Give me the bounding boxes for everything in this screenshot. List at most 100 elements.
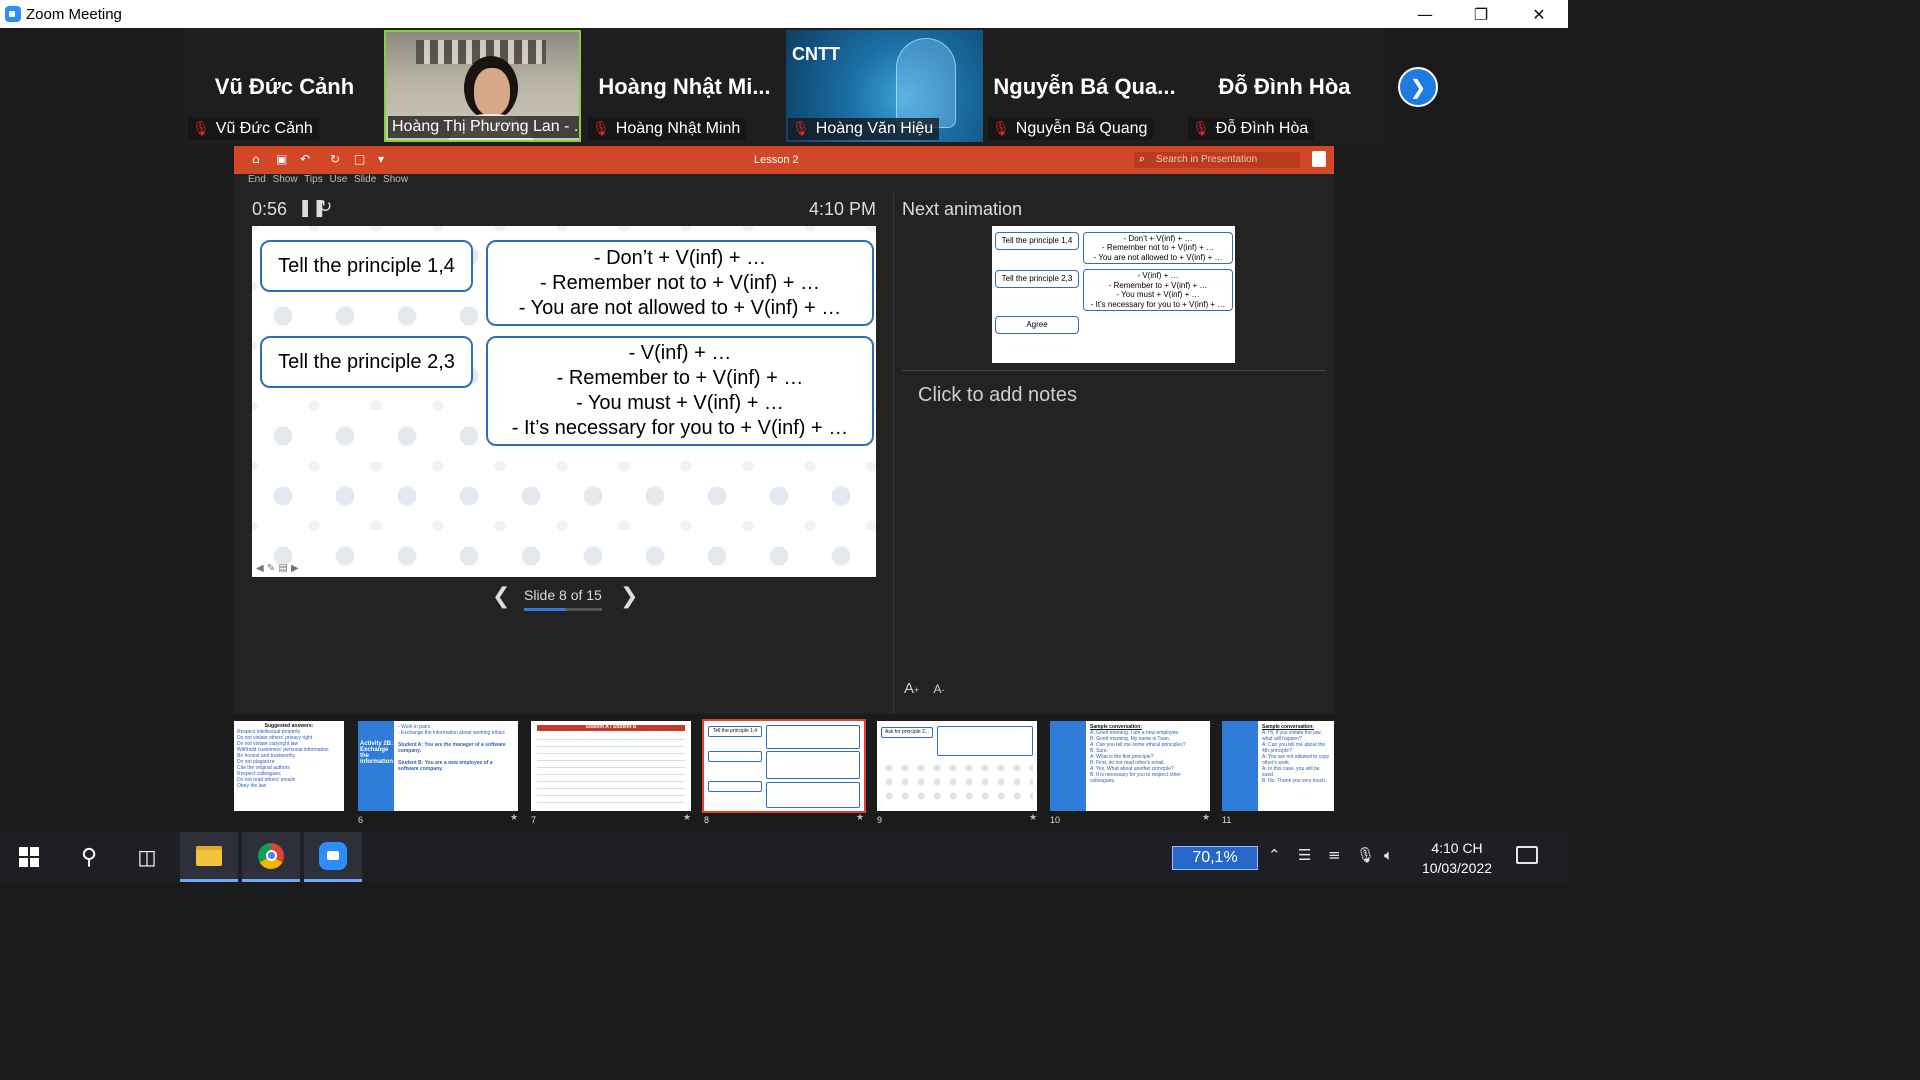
zoom-percent-indicator[interactable]: 70,1% bbox=[1172, 846, 1258, 870]
muted-mic-icon: 🎙︎ bbox=[1192, 121, 1210, 137]
participant-tile-active-speaker[interactable]: Hoàng Thị Phương Lan - ... bbox=[384, 30, 581, 142]
next-participants-arrow-icon[interactable]: ❯ bbox=[1398, 67, 1438, 107]
slide-number: 6 bbox=[358, 815, 364, 825]
customize-toolbar-icon[interactable]: ▾ bbox=[378, 152, 384, 166]
slide-thumbnail[interactable]: Ask for principle 2... bbox=[877, 721, 1037, 811]
slide-thumbnail[interactable]: Activity 2B: Exchange the information - … bbox=[358, 721, 518, 811]
participant-tile[interactable]: Vũ Đức Cảnh 🎙︎ Vũ Đức Cảnh bbox=[186, 30, 383, 142]
slide-show-nav-icon[interactable]: ◀ ✎ ▤ ▶ bbox=[256, 563, 299, 574]
participant-label: 🎙︎ Hoàng Văn Hiệu bbox=[788, 118, 940, 140]
principle-box-content: - V(inf) + … - Remember to + V(inf) + … … bbox=[486, 336, 874, 446]
participant-label: Hoàng Thị Phương Lan - ... bbox=[388, 116, 581, 138]
participant-display-name: Đỗ Đình Hòa bbox=[1218, 74, 1351, 99]
participant-label: 🎙︎ Nguyễn Bá Quang bbox=[988, 118, 1154, 140]
participant-display-name: Vũ Đức Cảnh bbox=[214, 74, 355, 99]
participant-label: 🎙︎ Hoàng Nhật Minh bbox=[588, 118, 747, 140]
animation-star-icon: ★ bbox=[1029, 813, 1038, 823]
participant-tile[interactable]: Nguyễn Bá Qua... 🎙︎ Nguyễn Bá Quang bbox=[986, 30, 1183, 142]
slide-number: 7 bbox=[531, 815, 537, 825]
search-icon[interactable]: ⚲ bbox=[60, 832, 118, 882]
principle-box-title: Tell the principle 1,4 bbox=[260, 240, 473, 292]
chrome-icon[interactable] bbox=[242, 832, 300, 882]
participant-name: Nguyễn Bá Quang bbox=[1015, 120, 1148, 137]
taskbar-time: 4:10 CH bbox=[1431, 840, 1483, 856]
principle-line: - Remember to + V(inf) + … bbox=[556, 367, 804, 389]
microphone-icon[interactable]: 🎙︎ bbox=[1356, 846, 1375, 864]
increase-font-caret: + bbox=[914, 685, 920, 695]
start-button[interactable] bbox=[0, 832, 58, 882]
save-icon[interactable]: ▣ bbox=[276, 152, 287, 166]
thumb-line: - Remember to + V(inf) + … bbox=[1108, 280, 1208, 290]
presenter-view: End Show Tips Use Slide Show 0:56 ❚❚ ↻ 4… bbox=[234, 174, 1334, 714]
next-slide-icon[interactable]: ❯ bbox=[620, 584, 638, 609]
principle-line: - V(inf) + … bbox=[628, 342, 732, 364]
previous-slide-icon[interactable]: ❮ bbox=[492, 584, 510, 609]
slide-number: 10 bbox=[1050, 815, 1061, 825]
volume-icon[interactable]: 🔈︎ bbox=[1384, 846, 1393, 864]
slide-thumbnail-selected[interactable]: Tell the principle 1,4 bbox=[702, 719, 866, 813]
participant-tile[interactable]: Đỗ Đình Hòa 🎙︎ Đỗ Đình Hòa bbox=[1186, 30, 1383, 142]
file-explorer-icon[interactable] bbox=[180, 832, 238, 882]
animation-star-icon: ★ bbox=[510, 813, 519, 823]
video-logo-text: CNTT bbox=[792, 44, 840, 64]
muted-mic-icon: 🎙︎ bbox=[592, 121, 610, 137]
slide-thumbnail[interactable]: Sample conversation: A: Hi, if you viola… bbox=[1222, 721, 1334, 811]
title-bar: Zoom Meeting — ❐ ✕ bbox=[0, 0, 1568, 28]
muted-mic-icon: 🎙︎ bbox=[992, 121, 1010, 137]
pane-divider[interactable] bbox=[893, 192, 894, 714]
participant-name: Hoàng Văn Hiệu bbox=[815, 120, 934, 137]
taskbar-clock[interactable]: 4:10 CH 10/03/2022 bbox=[1414, 838, 1500, 878]
thumb-line: - Don’t + V(inf) + … bbox=[1123, 233, 1193, 243]
decrease-font-caret: - bbox=[941, 685, 945, 695]
show-hidden-icons-icon[interactable]: ⌃ bbox=[1268, 846, 1281, 864]
restore-button[interactable]: ❐ bbox=[1452, 0, 1510, 28]
next-animation-thumbnail[interactable]: Tell the principle 1,4 - Don’t + V(inf) … bbox=[992, 226, 1235, 363]
participant-display-name: Hoàng Nhật Mi... bbox=[598, 74, 771, 99]
principle-line: - Remember not to + V(inf) + … bbox=[539, 271, 821, 294]
windows-logo-icon bbox=[19, 847, 39, 867]
current-slide[interactable]: Tell the principle 1,4 - Don’t + V(inf) … bbox=[252, 226, 876, 577]
participant-name: Đỗ Đình Hòa bbox=[1215, 120, 1309, 137]
slide-navigation: ❮ Slide 8 of 15 ❯ bbox=[492, 582, 642, 614]
redo-icon[interactable]: ↻ bbox=[330, 152, 340, 166]
participant-tile[interactable]: CNTT 🎙︎ Hoàng Văn Hiệu bbox=[786, 30, 983, 142]
new-file-icon[interactable]: □ bbox=[354, 152, 365, 166]
minimize-button[interactable]: — bbox=[1396, 0, 1454, 28]
undo-icon[interactable]: ↶ bbox=[300, 152, 310, 166]
participant-name: Vũ Đức Cảnh bbox=[215, 120, 313, 137]
thumb-line: - Remember not to + V(inf) + … bbox=[1101, 243, 1215, 253]
presenter-menu[interactable]: End Show Tips Use Slide Show bbox=[248, 174, 408, 185]
principle-line: - You are not allowed to + V(inf) + … bbox=[518, 296, 842, 319]
search-presentation-input[interactable]: Search in Presentation bbox=[1134, 151, 1300, 168]
close-button[interactable]: ✕ bbox=[1510, 0, 1568, 28]
reset-timer-icon[interactable]: ↻ bbox=[318, 197, 332, 217]
input-method-icon[interactable]: ≡ bbox=[1328, 846, 1341, 864]
slide-counter: Slide 8 of 15 bbox=[524, 587, 602, 603]
task-view-icon[interactable]: ◫ bbox=[118, 832, 176, 882]
increase-font-button[interactable]: A bbox=[904, 680, 914, 697]
participant-tile[interactable]: Hoàng Nhật Mi... 🎙︎ Hoàng Nhật Minh bbox=[586, 30, 783, 142]
notifications-icon[interactable] bbox=[1516, 846, 1538, 864]
thumbnail-title: Sample conversation: bbox=[1090, 724, 1142, 730]
next-animation-label: Next animation bbox=[902, 199, 1023, 219]
slide-thumbnail[interactable]: Student A / Student B bbox=[531, 721, 691, 811]
participant-name: Hoàng Thị Phương Lan - ... bbox=[392, 118, 581, 135]
animation-star-icon: ★ bbox=[1202, 813, 1211, 823]
thumb-line: - You are not allowed to + V(inf) + … bbox=[1093, 252, 1223, 262]
thumbnail-title: Tell the principle 1,4 bbox=[708, 726, 762, 737]
zoom-app-icon[interactable] bbox=[304, 832, 362, 882]
slide-thumbnail[interactable]: Sample conversation: A: Good morning. I … bbox=[1050, 721, 1210, 811]
animation-star-icon: ★ bbox=[683, 813, 692, 823]
principle-title: Tell the principle 2,3 bbox=[278, 350, 455, 373]
slide-thumbnail[interactable]: Suggested answers: Respect intellectual … bbox=[234, 721, 344, 811]
network-icon[interactable]: ☰ bbox=[1298, 846, 1311, 864]
speaker-notes-placeholder[interactable]: Click to add notes bbox=[918, 384, 1077, 407]
share-icon[interactable] bbox=[1312, 151, 1326, 167]
participant-strip: Vũ Đức Cảnh 🎙︎ Vũ Đức Cảnh Hoàng Thị Phư… bbox=[184, 28, 1384, 144]
powerpoint-ribbon: ⌂ ▣ ↶ ↻ □ ▾ Lesson 2 Search in Presentat… bbox=[234, 146, 1334, 174]
thumbnail-title: Sample conversation: bbox=[1262, 724, 1314, 730]
slide-progress-fill bbox=[524, 608, 566, 611]
principle-box-title: Tell the principle 2,3 bbox=[260, 336, 473, 388]
home-icon[interactable]: ⌂ bbox=[252, 152, 260, 166]
notes-separator bbox=[902, 370, 1326, 371]
